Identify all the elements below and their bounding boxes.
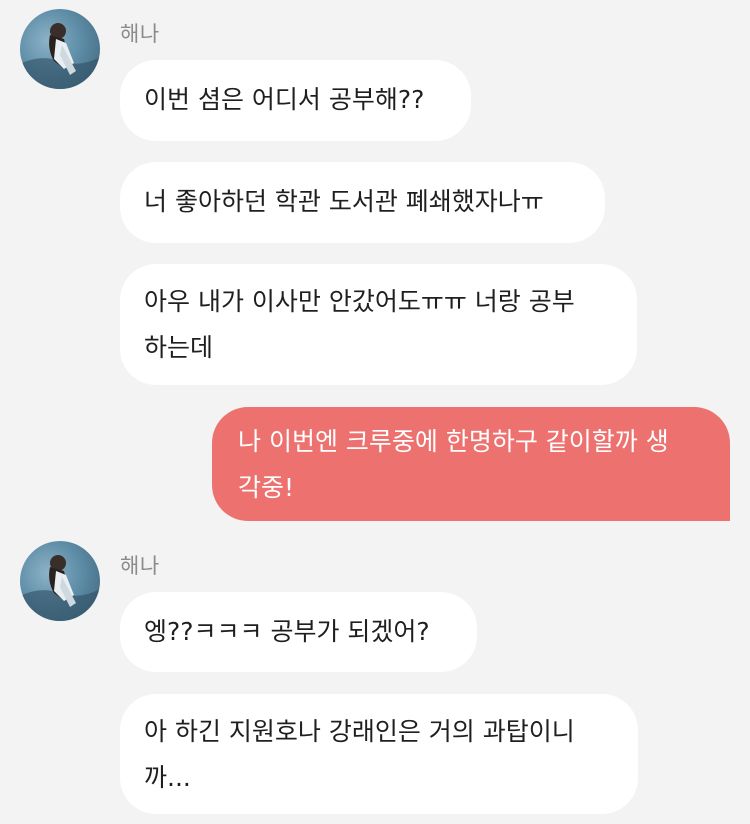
message-text-line2: 각중!	[238, 473, 295, 502]
message-bubble[interactable]: 아 하긴 지원호나 강래인은 거의 과탑이니 까...	[120, 694, 638, 814]
profile-photo-icon	[20, 23, 100, 89]
message-bubble[interactable]: 이번 셤은 어디서 공부해??	[120, 60, 471, 141]
contact-avatar[interactable]	[20, 541, 100, 621]
chat-thread: 해나 이번 셤은 어디서 공부해?? 너 좋아하던 학관 도서관 폐쇄했자나ㅠ …	[0, 0, 750, 824]
message-text: 너 좋아하던 학관 도서관 폐쇄했자나ㅠ	[144, 187, 544, 216]
message-text: 엥??ㅋㅋㅋ 공부가 되겠어?	[144, 617, 430, 646]
contact-avatar[interactable]	[20, 9, 100, 89]
message-text: 이번 셤은 어디서 공부해??	[144, 85, 425, 114]
sender-name: 해나	[120, 554, 160, 578]
message-text-line1: 나 이번엔 크루중에 한명하구 같이할까 생	[238, 427, 669, 456]
message-bubble[interactable]: 엥??ㅋㅋㅋ 공부가 되겠어?	[120, 592, 477, 672]
message-bubble[interactable]: 아우 내가 이사만 안갔어도ㅠㅠ 너랑 공부 하는데	[120, 264, 637, 385]
profile-photo-icon	[20, 555, 100, 621]
message-text-line1: 아우 내가 이사만 안갔어도ㅠㅠ 너랑 공부	[144, 287, 575, 316]
message-text-line1: 아 하긴 지원호나 강래인은 거의 과탑이니	[144, 717, 575, 746]
message-text-line2: 까...	[144, 763, 191, 792]
my-message-bubble[interactable]: 나 이번엔 크루중에 한명하구 같이할까 생 각중!	[212, 407, 730, 521]
message-text-line2: 하는데	[144, 333, 214, 362]
sender-name: 해나	[120, 22, 160, 46]
message-bubble[interactable]: 너 좋아하던 학관 도서관 폐쇄했자나ㅠ	[120, 162, 605, 243]
